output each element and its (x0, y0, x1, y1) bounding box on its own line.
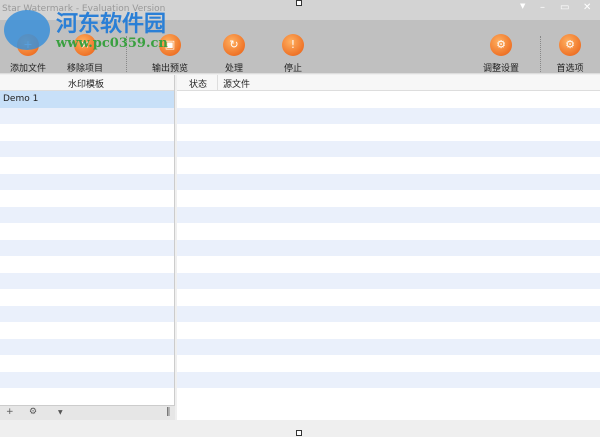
process-button[interactable]: ↻ 处理 (204, 34, 264, 74)
resize-handle-top[interactable] (296, 0, 302, 6)
remove-item-button[interactable]: × 移除项目 (55, 34, 115, 74)
resize-handle-bottom[interactable] (296, 430, 302, 436)
toolbar-separator (126, 36, 127, 72)
minimize-button[interactable]: – (540, 2, 545, 13)
stop-icon: ! (282, 34, 304, 56)
window-title: Star Watermark - Evaluation Version (2, 4, 166, 14)
toolbar: + 添加文件 × 移除项目 ▣ 输出预览 ↻ 处理 ! 停止 ⚙ 调整设置 ⚙ 首选项 (0, 20, 600, 74)
grip-handle[interactable]: ‖ (166, 407, 171, 417)
column-status[interactable]: 状态 (189, 77, 207, 90)
process-icon: ↻ (223, 34, 245, 56)
add-template-button[interactable]: + (6, 407, 14, 417)
preview-button[interactable]: ▣ 输出预览 (140, 34, 200, 74)
close-button[interactable]: ✕ (583, 2, 591, 13)
remove-item-icon: × (74, 34, 96, 56)
stop-button[interactable]: ! 停止 (263, 34, 323, 74)
template-column-header[interactable]: 水印模板 (0, 75, 174, 91)
list-item[interactable]: Demo 1 (0, 91, 174, 108)
template-panel: 水印模板 Demo 1 (0, 75, 175, 405)
preview-icon: ▣ (159, 34, 181, 56)
column-source-file[interactable]: 源文件 (223, 77, 250, 90)
preferences-icon: ⚙ (559, 34, 581, 56)
file-list-panel: 状态 源文件 (177, 75, 600, 420)
gear-icon[interactable]: ⚙ (29, 407, 37, 417)
adjust-settings-button[interactable]: ⚙ 调整设置 (471, 34, 531, 74)
maximize-button[interactable]: ▭ (560, 2, 569, 13)
add-file-icon: + (17, 34, 39, 56)
add-file-button[interactable]: + 添加文件 (0, 34, 58, 74)
menu-dropdown-icon[interactable]: ▼ (520, 2, 525, 10)
template-toolbar: + ⚙ ▼ ‖ (0, 405, 175, 420)
template-list: Demo 1 (0, 91, 174, 405)
chevron-down-icon[interactable]: ▼ (58, 409, 63, 416)
file-list-header: 状态 源文件 (177, 75, 600, 91)
file-list (177, 91, 600, 405)
preferences-button[interactable]: ⚙ 首选项 (540, 34, 600, 74)
settings-icon: ⚙ (490, 34, 512, 56)
